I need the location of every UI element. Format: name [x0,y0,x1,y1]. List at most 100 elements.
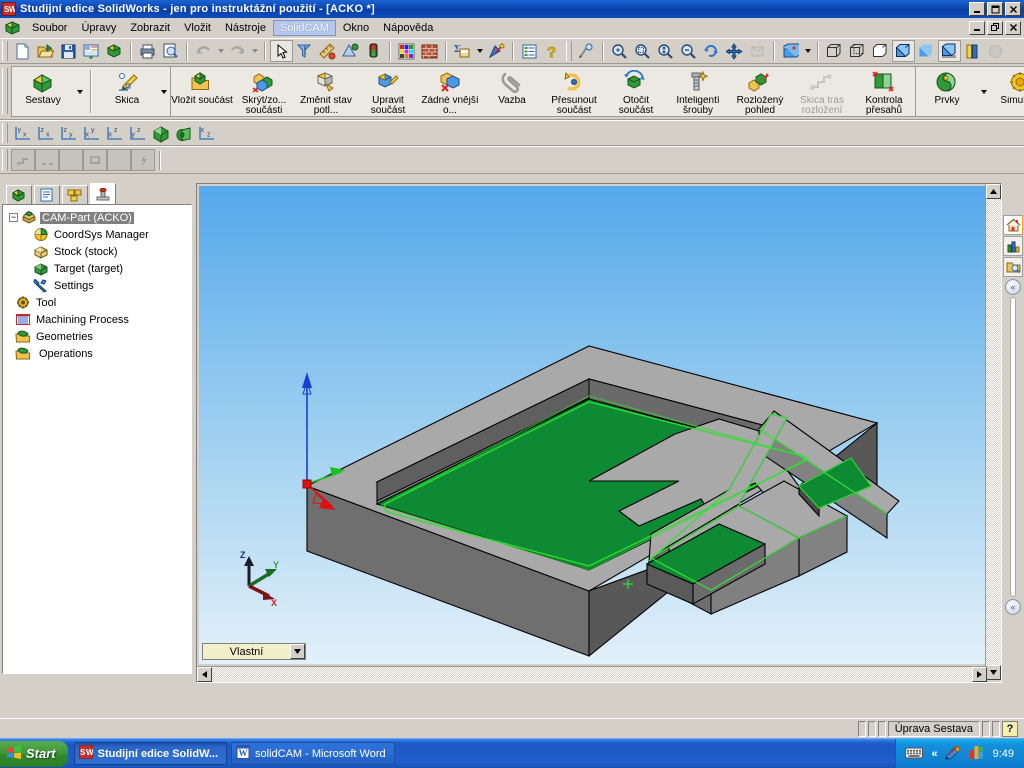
bottom-view-icon[interactable]: x z [103,122,126,144]
views-toolbar-grip[interactable] [2,123,8,143]
view-orientation-dropdown-arrow[interactable] [802,40,813,62]
zoom-pan-tool-icon[interactable] [575,40,598,62]
save-icon[interactable] [57,40,80,62]
print-icon[interactable] [136,40,159,62]
toolbar-grip-2[interactable] [566,41,572,61]
tree-node-machining-process[interactable]: Machining Process [5,311,189,328]
left-view-icon[interactable]: y z [126,122,149,144]
home-icon[interactable] [1003,215,1023,235]
section-view-icon[interactable] [961,40,984,62]
rotate-view-icon[interactable] [700,40,723,62]
graphics-vertical-scrollbar[interactable] [985,184,1001,680]
shaded-with-edges-icon[interactable] [892,40,915,62]
graphics-horizontal-scrollbar[interactable] [197,666,987,682]
toolbar-grip[interactable] [2,41,8,61]
options-icon[interactable] [518,40,541,62]
shaded-icon[interactable] [915,40,938,62]
cmd-otocit-soucast[interactable]: Otočit součást [605,67,667,116]
feature-tree[interactable]: − CAM-Part (ACKO) CoordSys Manager Stock… [2,204,192,674]
tree-node-coordsys-manager[interactable]: CoordSys Manager [5,226,189,243]
tree-node-geometries[interactable]: Geometries [5,328,189,345]
cmd-presunout-soucast[interactable]: Přesunout součást [543,67,605,116]
help-icon[interactable]: ? [541,40,564,62]
start-button[interactable]: Start [0,740,68,767]
scroll-right-button[interactable] [972,667,987,682]
cmd-zadne-vnejsi-odkazy[interactable]: Žádné vnější o... [419,67,481,116]
tree-node-operations[interactable]: Operations [5,345,189,362]
cmd-upravit-soucast[interactable]: Upravit součást [357,67,419,116]
tray-expand-chevron[interactable]: « [931,748,937,760]
keyboard-icon[interactable] [904,745,924,763]
feature-manager-tab[interactable] [6,185,32,205]
maximize-button[interactable] [987,2,1003,16]
cmd-rozlozeny-pohled[interactable]: Rozložený pohled [729,67,791,116]
task-pane-rail[interactable] [1010,297,1016,597]
cam-model-3d-view[interactable] [199,186,985,664]
property-manager-tab[interactable] [34,185,60,205]
tree-node-tool[interactable]: Tool [5,294,189,311]
cmd-zmenit-stav-potlaceni[interactable]: Změnit stav potl... [295,67,357,116]
normal-to-icon[interactable]: x z [195,122,218,144]
cmd-simulace[interactable]: Simulace [990,67,1024,116]
colors-icon[interactable] [395,40,418,62]
new-document-icon[interactable] [11,40,34,62]
menu-item-solidcam[interactable]: SolidCAM [272,19,336,36]
mass-properties-icon[interactable] [339,40,362,62]
sestavy-dropdown-arrow[interactable] [74,67,86,116]
cmd-skica[interactable]: Skica [96,67,158,116]
scroll-left-button[interactable] [197,667,212,682]
solidcam-manager-tab[interactable] [90,183,116,205]
hidden-lines-visible-icon[interactable] [846,40,869,62]
zoom-to-area-icon[interactable] [631,40,654,62]
scroll-up-button[interactable] [986,184,1001,199]
solidcam-toolbar-grip[interactable] [2,149,8,171]
tree-node-settings[interactable]: Settings [5,277,189,294]
tree-node-stock[interactable]: Stock (stock) [5,243,189,260]
make-drawing-icon[interactable] [80,40,103,62]
taskbar-item-word[interactable]: W solidCAM - Microsoft Word [231,742,395,765]
shadows-icon[interactable] [938,40,961,62]
trimetric-view-icon[interactable] [172,122,195,144]
wireframe-icon[interactable] [823,40,846,62]
task-pane-collapse-top[interactable]: « [1005,279,1021,295]
cmd-kontrola-presahu[interactable]: Kontrola přesahů [853,67,915,116]
menu-item-soubor[interactable]: Soubor [25,20,74,36]
traffic-light-icon[interactable] [362,40,385,62]
view-orientation-icon[interactable] [779,40,802,62]
texture-icon[interactable] [418,40,441,62]
tree-expander-cam-part[interactable]: − [9,213,18,222]
menu-item-upravy[interactable]: Úpravy [74,20,123,36]
skica-dropdown-arrow[interactable] [158,67,170,116]
tray-clock[interactable]: 9:49 [993,748,1018,760]
scroll-down-button[interactable] [986,665,1001,680]
select-arrow-icon[interactable] [270,40,293,62]
make-assembly-icon[interactable] [103,40,126,62]
graphics-tool-icon[interactable] [944,744,962,763]
cmd-sestavy[interactable]: Sestavy [12,67,74,116]
back-view-icon[interactable]: x y [80,122,103,144]
select-filter-icon[interactable] [293,40,316,62]
mdi-restore-button[interactable] [987,20,1003,35]
help-question-icon[interactable]: ? [1002,720,1018,737]
pan-icon[interactable] [723,40,746,62]
isometric-view-icon[interactable] [149,122,172,144]
menu-item-okno[interactable]: Okno [336,20,376,36]
task-pane-collapse-bottom[interactable]: « [1005,599,1021,615]
horizontal-scroll-track[interactable] [212,667,972,682]
menu-item-vlozit[interactable]: Vložit [177,20,218,36]
equations-icon[interactable]: Σ [451,40,474,62]
open-document-icon[interactable] [34,40,57,62]
file-explorer-icon[interactable] [1003,257,1023,277]
zoom-to-fit-icon[interactable] [608,40,631,62]
cmd-inteligentni-srouby[interactable]: Inteligentí šrouby [667,67,729,116]
print-preview-icon[interactable] [159,40,182,62]
right-view-icon[interactable]: z y [57,122,80,144]
vertical-scroll-track[interactable] [986,199,1001,665]
menu-item-zobrazit[interactable]: Zobrazit [123,20,177,36]
equations-dropdown-arrow[interactable] [474,40,485,62]
minimize-button[interactable] [969,2,985,16]
zoom-to-selection-icon[interactable] [677,40,700,62]
configuration-combo[interactable]: Vlastní [202,643,306,660]
prvky-dropdown-arrow[interactable] [978,67,990,116]
taskbar-item-solidworks[interactable]: SW Studijní edice SolidW... [73,742,228,765]
